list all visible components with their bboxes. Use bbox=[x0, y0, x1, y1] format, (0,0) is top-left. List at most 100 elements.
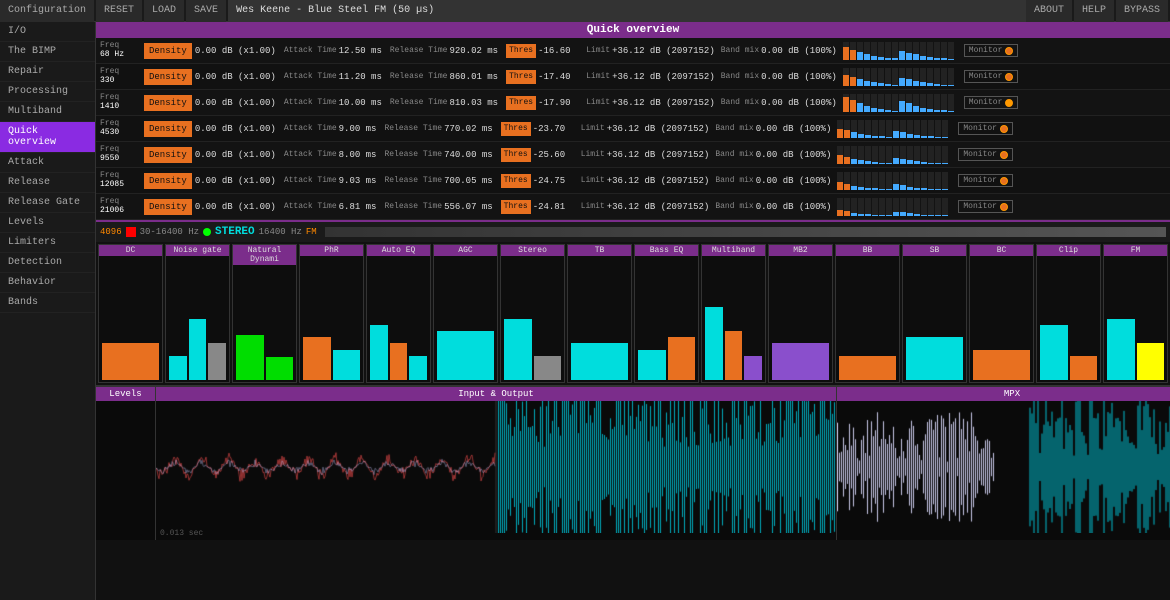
module-bc[interactable]: BC bbox=[969, 244, 1034, 383]
release-label-6: Release Time bbox=[384, 202, 442, 211]
release-val-3: 770.02 ms bbox=[444, 124, 493, 134]
monitor-btn-6[interactable]: Monitor bbox=[958, 200, 1013, 213]
module-agc[interactable]: AGC bbox=[433, 244, 498, 383]
bandmix-val-6: 0.00 dB (100%) bbox=[756, 202, 832, 212]
module-noise-gate[interactable]: Noise gate bbox=[165, 244, 230, 383]
limit-val-4: +36.12 dB (2097152) bbox=[607, 150, 710, 160]
module-label-tb: TB bbox=[568, 245, 631, 256]
monitor-btn-4[interactable]: Monitor bbox=[958, 148, 1013, 161]
sidebar-item-multiband[interactable]: Multiband bbox=[0, 102, 95, 122]
thres-val-2: -17.90 bbox=[538, 98, 580, 108]
thres-val-4: -25.60 bbox=[533, 150, 575, 160]
sidebar-item-bimp[interactable]: The BIMP bbox=[0, 42, 95, 62]
density-btn-5[interactable]: Density bbox=[144, 173, 192, 189]
density-btn-0[interactable]: Density bbox=[144, 43, 192, 59]
module-stereo[interactable]: Stereo bbox=[500, 244, 565, 383]
monitor-dot-6 bbox=[1000, 203, 1008, 211]
monitor-label-1: Monitor bbox=[969, 72, 1003, 81]
release-label-4: Release Time bbox=[384, 150, 442, 159]
module-label-dc: DC bbox=[99, 245, 162, 256]
module-clip[interactable]: Clip bbox=[1036, 244, 1101, 383]
monitor-dot-5 bbox=[1000, 177, 1008, 185]
module-visual-sb bbox=[903, 256, 966, 382]
module-auto-eq[interactable]: Auto EQ bbox=[366, 244, 431, 383]
freq-label-6: Freq 21006 bbox=[100, 198, 144, 216]
bypass-button[interactable]: BYPASS bbox=[1116, 0, 1168, 22]
freq-label-1: Freq 330 bbox=[100, 68, 144, 86]
sidebar-item-levels[interactable]: Levels bbox=[0, 213, 95, 233]
sidebar-item-processing[interactable]: Processing bbox=[0, 82, 95, 102]
module-sb[interactable]: SB bbox=[902, 244, 967, 383]
sample-rate: 4096 bbox=[100, 227, 122, 237]
sidebar-item-quick-overview[interactable]: Quick overview bbox=[0, 122, 95, 153]
bandmix-label-6: Band mix bbox=[715, 202, 753, 211]
module-visual-bc bbox=[970, 256, 1033, 382]
signal-chain: 4096 30-16400 Hz STEREO 16400 Hz FM DC N… bbox=[96, 220, 1170, 385]
density-btn-6[interactable]: Density bbox=[144, 199, 192, 215]
sidebar-item-repair[interactable]: Repair bbox=[0, 62, 95, 82]
module-dc[interactable]: DC bbox=[98, 244, 163, 383]
help-button[interactable]: HELP bbox=[1074, 0, 1114, 22]
module-fm[interactable]: FM bbox=[1103, 244, 1168, 383]
module-visual-dc bbox=[99, 256, 162, 382]
density-btn-3[interactable]: Density bbox=[144, 121, 192, 137]
monitor-dot-1 bbox=[1005, 73, 1013, 81]
monitor-label-4: Monitor bbox=[963, 150, 997, 159]
module-label-sb: SB bbox=[903, 245, 966, 256]
module-visual-auto-eq bbox=[367, 256, 430, 382]
fm-label: FM bbox=[306, 227, 317, 237]
monitor-btn-5[interactable]: Monitor bbox=[958, 174, 1013, 187]
module-phr[interactable]: PhR bbox=[299, 244, 364, 383]
module-multiband[interactable]: Multiband bbox=[701, 244, 766, 383]
module-bb[interactable]: BB bbox=[835, 244, 900, 383]
monitor-btn-2[interactable]: Monitor bbox=[964, 96, 1019, 109]
meters-4 bbox=[837, 146, 948, 164]
load-button[interactable]: LOAD bbox=[144, 0, 184, 22]
sidebar: I/OThe BIMPRepairProcessingMultibandQuic… bbox=[0, 22, 96, 600]
bandmix-val-4: 0.00 dB (100%) bbox=[756, 150, 832, 160]
sidebar-item-detection[interactable]: Detection bbox=[0, 253, 95, 273]
module-mb2[interactable]: MB2 bbox=[768, 244, 833, 383]
monitor-dot-2 bbox=[1005, 99, 1013, 107]
monitor-btn-1[interactable]: Monitor bbox=[964, 70, 1019, 83]
module-visual-phr bbox=[300, 256, 363, 382]
meters-3 bbox=[837, 120, 948, 138]
release-label-0: Release Time bbox=[390, 46, 448, 55]
bandmix-val-5: 0.00 dB (100%) bbox=[756, 176, 832, 186]
monitor-dot-4 bbox=[1000, 151, 1008, 159]
module-tb[interactable]: TB bbox=[567, 244, 632, 383]
sidebar-item-attack[interactable]: Attack bbox=[0, 153, 95, 173]
module-bass-eq[interactable]: Bass EQ bbox=[634, 244, 699, 383]
preset-name: Wes Keene - Blue Steel FM (50 µs) bbox=[228, 0, 1026, 22]
monitor-btn-3[interactable]: Monitor bbox=[958, 122, 1013, 135]
sidebar-item-release-gate[interactable]: Release Gate bbox=[0, 193, 95, 213]
sidebar-item-io[interactable]: I/O bbox=[0, 22, 95, 42]
module-natural-dynami[interactable]: Natural Dynami bbox=[232, 244, 297, 383]
save-button[interactable]: SAVE bbox=[186, 0, 226, 22]
limit-val-1: +36.12 dB (2097152) bbox=[612, 72, 715, 82]
sidebar-item-limiters[interactable]: Limiters bbox=[0, 233, 95, 253]
attack-val-5: 9.03 ms bbox=[339, 176, 377, 186]
release-val-4: 740.00 ms bbox=[444, 150, 493, 160]
sidebar-item-release[interactable]: Release bbox=[0, 173, 95, 193]
module-label-fm: FM bbox=[1104, 245, 1167, 256]
attack-label-6: Attack Time bbox=[284, 202, 337, 211]
reset-button[interactable]: RESET bbox=[96, 0, 142, 22]
module-visual-mb2 bbox=[769, 256, 832, 382]
density-btn-2[interactable]: Density bbox=[144, 95, 192, 111]
config-menu[interactable]: Configuration bbox=[0, 0, 94, 22]
limit-val-3: +36.12 dB (2097152) bbox=[607, 124, 710, 134]
release-val-0: 920.02 ms bbox=[449, 46, 498, 56]
density-btn-1[interactable]: Density bbox=[144, 69, 192, 85]
attack-val-2: 10.00 ms bbox=[339, 98, 382, 108]
monitor-btn-0[interactable]: Monitor bbox=[964, 44, 1019, 57]
thres-val-0: -16.60 bbox=[538, 46, 580, 56]
sidebar-item-behavior[interactable]: Behavior bbox=[0, 273, 95, 293]
limit-label-6: Limit bbox=[581, 202, 605, 211]
thres-label-1: Thres bbox=[506, 70, 536, 84]
density-btn-4[interactable]: Density bbox=[144, 147, 192, 163]
release-label-1: Release Time bbox=[390, 72, 448, 81]
attack-val-4: 8.00 ms bbox=[339, 150, 377, 160]
sidebar-item-bands[interactable]: Bands bbox=[0, 293, 95, 313]
about-button[interactable]: ABOUT bbox=[1026, 0, 1072, 22]
